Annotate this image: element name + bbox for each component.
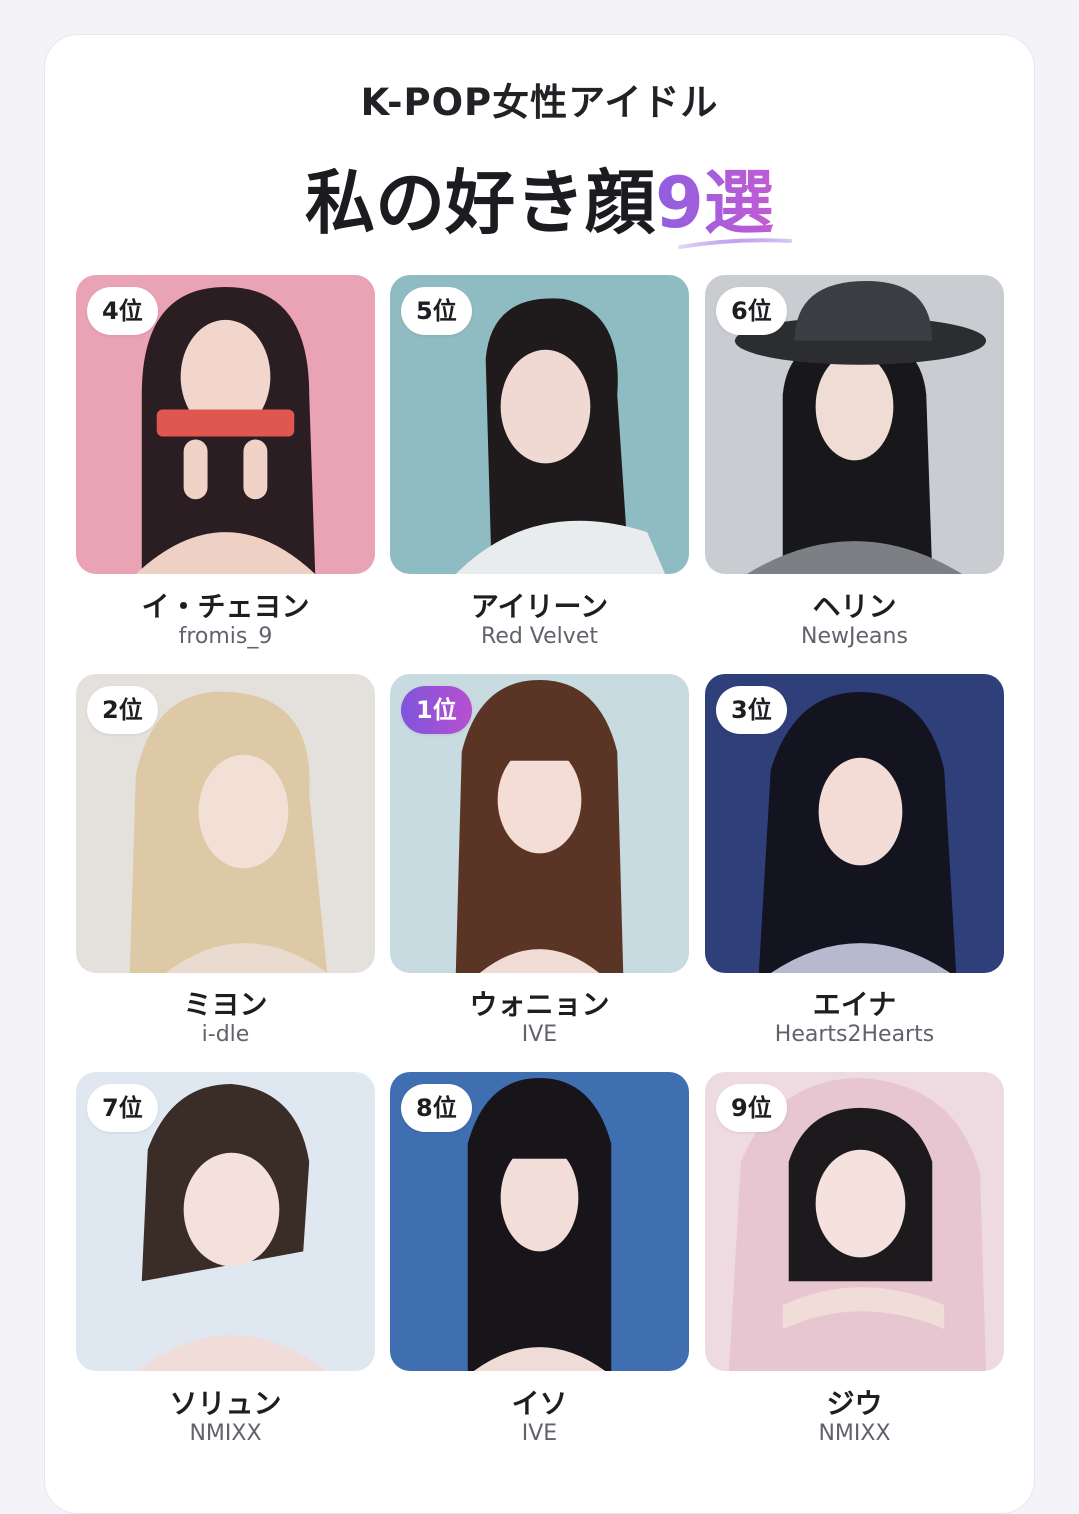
idol-name: ジウ bbox=[826, 1387, 883, 1420]
idol-photo-5[interactable]: 1位 bbox=[390, 674, 689, 973]
idol-photo-6[interactable]: 3位 bbox=[705, 674, 1004, 973]
group-name: NMIXX bbox=[189, 1421, 262, 1446]
idol-name: イ・チェヨン bbox=[141, 590, 310, 623]
rank-badge: 7位 bbox=[87, 1084, 158, 1132]
idol-photo-3[interactable]: 6位 bbox=[705, 275, 1004, 574]
page-title: 私の好き顔9選 bbox=[0, 147, 1079, 248]
rank-badge: 4位 bbox=[87, 287, 158, 335]
title-main: 私の好き顔 bbox=[305, 162, 656, 244]
idol-photo-9[interactable]: 9位 bbox=[705, 1072, 1004, 1371]
group-name: IVE bbox=[521, 1022, 558, 1047]
idol-photo-1[interactable]: 4位 bbox=[76, 275, 375, 574]
idol-photo-7[interactable]: 7位 bbox=[76, 1072, 375, 1371]
group-name: NMIXX bbox=[818, 1421, 891, 1446]
idol-name: イソ bbox=[511, 1387, 568, 1420]
rank-badge: 6位 bbox=[716, 287, 787, 335]
idol-name: ソリュン bbox=[169, 1387, 282, 1420]
group-name: IVE bbox=[521, 1421, 558, 1446]
idol-photo-8[interactable]: 8位 bbox=[390, 1072, 689, 1371]
title-accent: 9選 bbox=[655, 162, 774, 244]
idol-name: エイナ bbox=[812, 988, 897, 1021]
idol-name: ミヨン bbox=[183, 988, 268, 1021]
rank-badge: 2位 bbox=[87, 686, 158, 734]
subtitle: K-POP女性アイドル bbox=[360, 81, 719, 124]
idol-name: ヘリン bbox=[812, 590, 897, 623]
title-underline-decoration bbox=[678, 238, 792, 249]
rank-badge: 5位 bbox=[401, 287, 472, 335]
idol-photo-4[interactable]: 2位 bbox=[76, 674, 375, 973]
rank-badge: 3位 bbox=[716, 686, 787, 734]
group-name: NewJeans bbox=[801, 624, 908, 649]
group-name: Hearts2Hearts bbox=[774, 1022, 935, 1047]
group-name: fromis_9 bbox=[178, 624, 273, 649]
rank-badge-first: 1位 bbox=[401, 686, 472, 734]
rank-badge: 9位 bbox=[716, 1084, 787, 1132]
idol-name: ウォニョン bbox=[469, 988, 610, 1021]
idol-name: アイリーン bbox=[470, 590, 609, 623]
group-name: i-dle bbox=[201, 1022, 250, 1047]
group-name: Red Velvet bbox=[481, 624, 598, 649]
rank-badge: 8位 bbox=[401, 1084, 472, 1132]
idol-photo-2[interactable]: 5位 bbox=[390, 275, 689, 574]
